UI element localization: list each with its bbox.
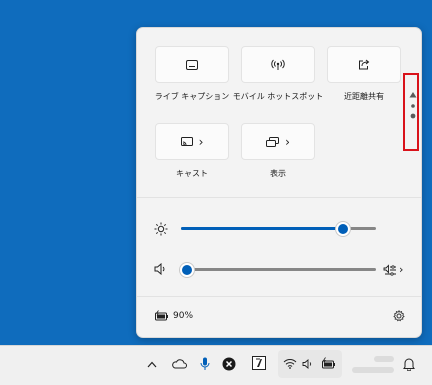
audio-output-chevron-icon: › — [399, 263, 404, 276]
app-icon[interactable] — [251, 355, 267, 371]
battery-icon — [322, 357, 335, 369]
project-label: 表示 — [270, 169, 286, 178]
mobile-hotspot-tile[interactable] — [241, 46, 315, 83]
project-tile[interactable]: › — [241, 123, 315, 160]
microphone-icon[interactable] — [198, 355, 212, 373]
taskbar — [0, 345, 432, 385]
brightness-slider-thumb[interactable] — [335, 222, 350, 236]
divider-top — [137, 197, 421, 198]
notification-bell-icon[interactable] — [402, 356, 416, 372]
highlight-box — [403, 73, 419, 151]
mobile-hotspot-label: モバイル ホットスポット — [232, 92, 324, 101]
project-icon — [266, 136, 280, 147]
onedrive-cloud-icon[interactable] — [170, 356, 188, 372]
divider-bottom — [137, 296, 421, 297]
battery-charging-icon — [155, 310, 168, 321]
battery-status[interactable]: 90% — [154, 310, 193, 321]
sun-icon — [154, 222, 168, 236]
audio-output-button[interactable]: › — [383, 263, 403, 276]
cast-expand-chevron-icon: › — [198, 134, 204, 149]
nearby-sharing-label: 近距離共有 — [344, 92, 384, 101]
chevron-up-icon[interactable] — [145, 356, 159, 372]
nearby-sharing-tile[interactable] — [327, 46, 401, 83]
battery-percent: 90% — [173, 310, 194, 321]
system-tray-group[interactable] — [278, 350, 342, 378]
quick-settings-panel: ライブ キャプション モバイル ホットスポット 近距離共有 › キャスト › 表… — [136, 27, 422, 338]
mobile-hotspot-icon — [271, 59, 285, 70]
volume-slider-track[interactable] — [187, 268, 376, 271]
cast-icon — [180, 136, 193, 146]
close-circle-icon[interactable] — [221, 356, 237, 372]
cast-tile[interactable]: › — [155, 123, 229, 160]
volume-slider-thumb[interactable] — [180, 263, 194, 277]
gear-icon[interactable] — [393, 310, 405, 322]
wifi-icon — [283, 359, 297, 369]
live-captions-tile[interactable] — [155, 46, 229, 83]
speaker-icon — [302, 359, 312, 369]
project-expand-chevron-icon: › — [285, 134, 290, 149]
clock-blurred[interactable] — [350, 354, 396, 378]
speaker-icon[interactable] — [154, 263, 168, 275]
audio-mixer-icon — [383, 263, 396, 276]
share-icon — [359, 59, 370, 70]
cast-label: キャスト — [176, 169, 208, 178]
live-captions-label: ライブ キャプション — [154, 92, 230, 101]
live-captions-icon — [186, 59, 198, 70]
brightness-slider-fill — [181, 227, 343, 230]
